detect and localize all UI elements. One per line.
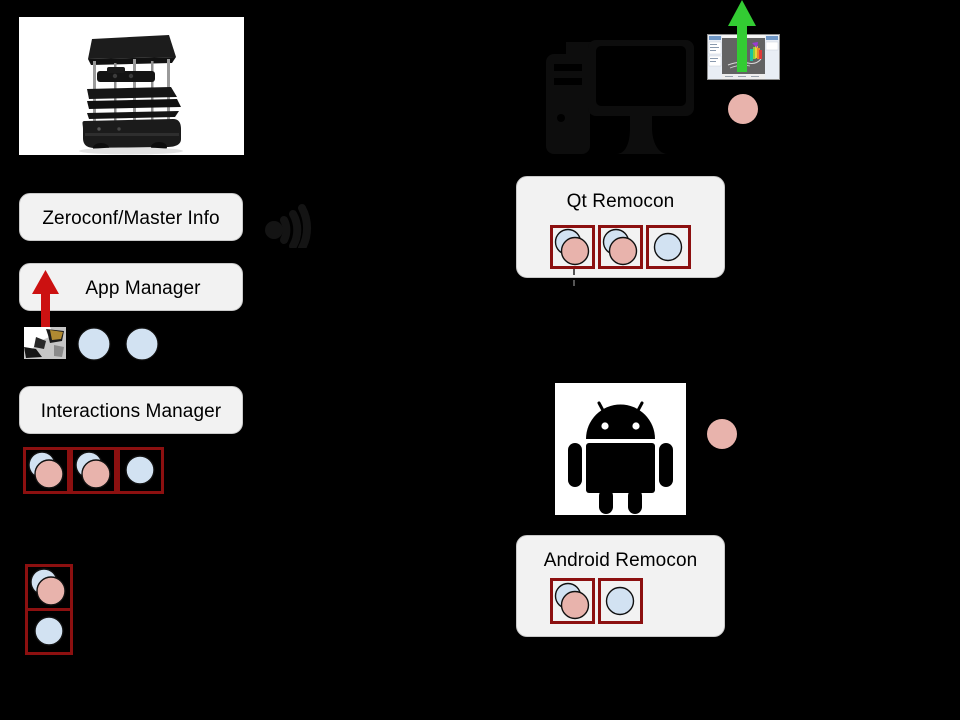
free-circle-pc: [727, 93, 759, 125]
box-zeroconf-master-info[interactable]: Zeroconf/Master Info: [19, 193, 243, 241]
android-robot-logo: [555, 383, 686, 515]
robot-photo: [19, 17, 244, 155]
box-zeroconf-master-info-label: Zeroconf/Master Info: [42, 208, 220, 229]
green-up-arrow: [722, 0, 762, 72]
qt-remocon-icon-single-3[interactable]: [646, 225, 691, 269]
box-interactions-manager-label: Interactions Manager: [40, 401, 222, 422]
qt-remocon-icon-pair-2[interactable]: [598, 225, 643, 269]
qt-remocon-icon-pair-1[interactable]: [550, 225, 595, 269]
android-remocon-icon-single-2[interactable]: [598, 578, 643, 624]
plain-circle-blue-1: [76, 326, 112, 362]
pending-icon-pair-1[interactable]: [25, 564, 73, 611]
interaction-icon-pair-1[interactable]: [23, 447, 70, 494]
box-android-remocon-label: Android Remocon: [543, 550, 698, 571]
desktop-computer-icon: [544, 32, 696, 164]
box-interactions-manager[interactable]: Interactions Manager: [19, 386, 243, 434]
wifi-signal-icon: [262, 186, 322, 252]
box-qt-remocon-label: Qt Remocon: [566, 191, 675, 212]
free-circle-android: [706, 418, 738, 450]
android-remocon-icon-pair-1[interactable]: [550, 578, 595, 624]
plain-circle-blue-2: [124, 326, 160, 362]
interaction-icon-pair-2[interactable]: [70, 447, 117, 494]
red-up-arrow: [30, 268, 62, 332]
pending-icon-single-2[interactable]: [25, 608, 73, 655]
qt-remocon-dashed-connector: [573, 269, 575, 286]
map-thumbnail: [24, 327, 66, 359]
diagram-canvas: Zeroconf/Master Info App Manager Interac…: [0, 0, 960, 720]
box-app-manager-label: App Manager: [85, 278, 201, 299]
interaction-icon-single-3[interactable]: [117, 447, 164, 494]
